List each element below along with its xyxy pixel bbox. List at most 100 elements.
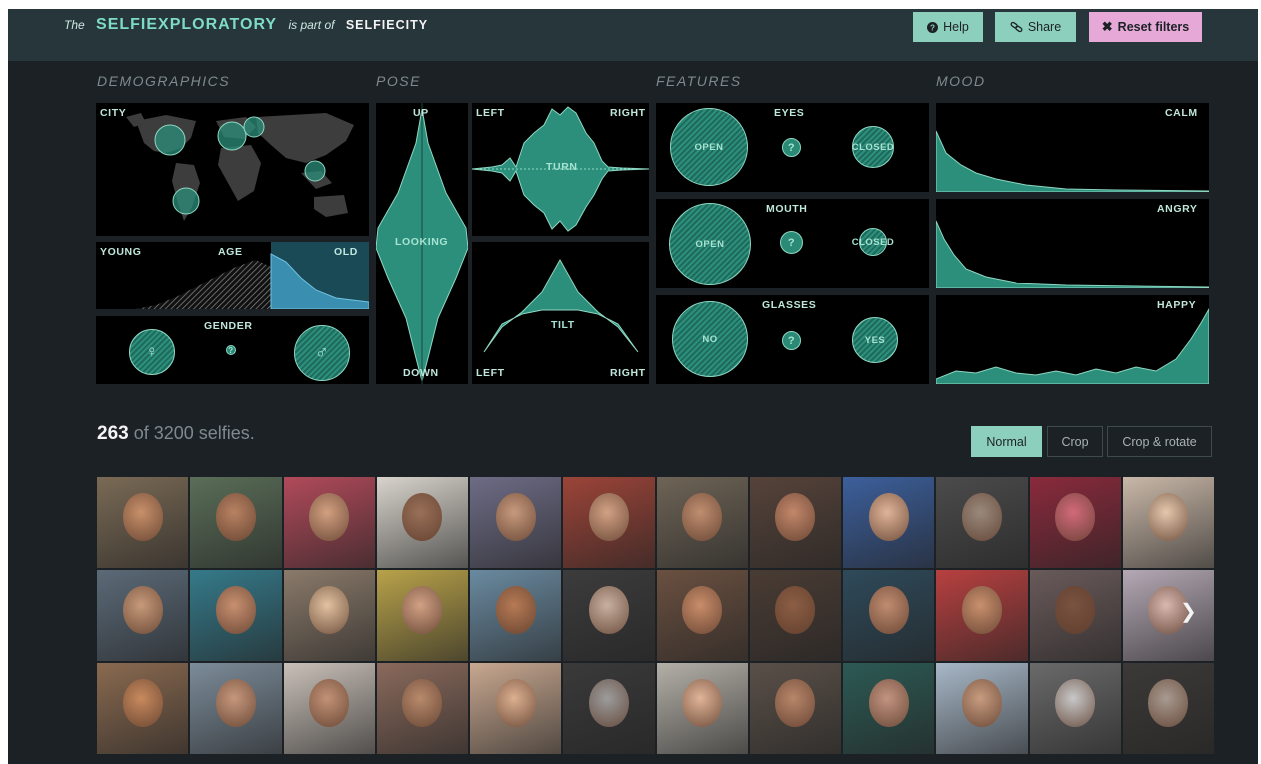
brand-title-link[interactable]: SELFIEXPLORATORY	[96, 16, 277, 33]
selfie-thumbnail[interactable]	[842, 662, 936, 755]
question-circle-icon: ?	[927, 21, 939, 33]
selfie-thumbnail[interactable]	[655, 569, 749, 662]
eyes-closed-label: CLOSED	[851, 141, 895, 153]
unknown-icon: ?	[228, 345, 234, 355]
glasses-unknown-label: ?	[787, 334, 796, 347]
selfie-thumbnail[interactable]	[469, 476, 563, 569]
glasses-no-label: NO	[702, 333, 718, 345]
eyes-open-filter[interactable]: OPEN	[670, 108, 748, 186]
selfie-face	[495, 493, 536, 541]
eyes-label: EYES	[774, 107, 805, 119]
selfie-thumbnail[interactable]	[562, 569, 656, 662]
angry-filter-panel[interactable]: ANGRY	[936, 199, 1209, 288]
selfie-face	[1148, 493, 1189, 541]
selfie-thumbnail[interactable]	[935, 662, 1029, 755]
selfie-thumbnail[interactable]	[96, 569, 190, 662]
selfie-thumbnail[interactable]	[562, 662, 656, 755]
selfie-thumbnail[interactable]	[96, 476, 190, 569]
selfie-thumbnail[interactable]	[748, 662, 842, 755]
eyes-unknown-filter[interactable]: ?	[782, 138, 801, 157]
share-button[interactable]: Share	[995, 12, 1076, 42]
selfie-face	[961, 493, 1002, 541]
tilt-chart	[483, 258, 639, 353]
selfie-thumbnail[interactable]	[96, 662, 190, 755]
glasses-no-filter[interactable]: NO	[672, 301, 748, 377]
turn-right-label: RIGHT	[610, 107, 646, 119]
age-filter-panel[interactable]: YOUNG AGE OLD	[96, 242, 369, 309]
selfie-face	[309, 679, 350, 727]
selfie-thumbnail[interactable]	[1028, 476, 1122, 569]
selfie-face	[122, 586, 163, 634]
reset-filters-button[interactable]: ✖ Reset filters	[1089, 12, 1202, 42]
selfie-thumbnail[interactable]	[282, 476, 376, 569]
glasses-unknown-filter[interactable]: ?	[782, 331, 801, 350]
selfie-thumbnail[interactable]	[655, 476, 749, 569]
selfie-thumbnail[interactable]	[189, 476, 283, 569]
section-mood: MOOD	[936, 73, 986, 89]
selfie-face	[495, 586, 536, 634]
turn-filter-panel[interactable]: LEFT RIGHT TURN	[472, 103, 649, 236]
view-crop-rotate-button[interactable]: Crop & rotate	[1107, 426, 1212, 457]
help-label: Help	[943, 20, 969, 34]
selfie-thumbnail[interactable]	[375, 569, 469, 662]
selfie-face	[775, 586, 816, 634]
gender-filter-panel[interactable]: GENDER ♀ ? ♂	[96, 316, 369, 384]
looking-filter-panel[interactable]: UP LOOKING DOWN	[376, 103, 468, 384]
selfie-thumbnail[interactable]	[375, 476, 469, 569]
selfie-thumbnail[interactable]	[1028, 569, 1122, 662]
eyes-filter-panel[interactable]: EYES OPEN ? CLOSED	[656, 103, 929, 192]
selfie-thumbnail[interactable]	[282, 569, 376, 662]
mouth-open-filter[interactable]: OPEN	[669, 203, 751, 285]
help-button[interactable]: ? Help	[913, 12, 983, 42]
top-bar: The SELFIEXPLORATORY is part of SELFIECI…	[8, 9, 1258, 61]
app-window: The SELFIEXPLORATORY is part of SELFIECI…	[8, 9, 1258, 764]
glasses-filter-panel[interactable]: GLASSES NO ? YES	[656, 295, 929, 384]
city-filter-panel[interactable]: CITY	[96, 103, 369, 236]
selfie-thumbnail[interactable]	[189, 662, 283, 755]
selfie-face	[402, 679, 443, 727]
pose-up-label: UP	[413, 107, 429, 119]
male-filter[interactable]: ♂	[294, 325, 350, 381]
mouth-closed-filter[interactable]: CLOSED	[852, 228, 894, 256]
selfie-thumbnail[interactable]	[469, 569, 563, 662]
calm-filter-panel[interactable]: CALM	[936, 103, 1209, 192]
brand-the: The	[64, 18, 85, 32]
selfie-face	[775, 679, 816, 727]
female-filter[interactable]: ♀	[129, 329, 175, 375]
selfie-thumbnail[interactable]	[935, 476, 1029, 569]
selfie-thumbnail[interactable]	[748, 476, 842, 569]
view-normal-button[interactable]: Normal	[971, 426, 1042, 457]
chevron-right-icon[interactable]: ❯	[1180, 599, 1197, 624]
selfie-thumbnail[interactable]	[189, 569, 283, 662]
pose-down-label: DOWN	[403, 367, 439, 379]
selfie-thumbnail[interactable]	[748, 569, 842, 662]
selfie-thumbnail[interactable]	[562, 476, 656, 569]
selfie-thumbnail[interactable]	[1121, 662, 1215, 755]
selfie-thumbnail[interactable]	[655, 662, 749, 755]
mouth-filter-panel[interactable]: MOUTH OPEN ? CLOSED	[656, 199, 929, 288]
happy-filter-panel[interactable]: HAPPY	[936, 295, 1209, 384]
mouth-unknown-filter[interactable]: ?	[780, 231, 803, 254]
view-crop-button[interactable]: Crop	[1047, 426, 1103, 457]
selfie-thumbnail[interactable]	[1028, 662, 1122, 755]
selfie-thumbnail[interactable]	[935, 569, 1029, 662]
parent-site-link[interactable]: SELFIECITY	[346, 18, 428, 32]
selfie-thumbnail[interactable]	[1121, 476, 1215, 569]
close-icon: ✖	[1101, 19, 1113, 34]
selfie-thumbnail[interactable]	[842, 569, 936, 662]
selfie-thumbnail[interactable]	[842, 476, 936, 569]
selfie-thumbnail[interactable]	[1121, 569, 1215, 662]
selfie-face	[588, 679, 629, 727]
selfie-face	[682, 679, 723, 727]
tilt-filter-panel[interactable]: LEFT RIGHT TILT	[472, 242, 649, 384]
selfie-face	[215, 586, 256, 634]
selfie-thumbnail[interactable]	[469, 662, 563, 755]
selfie-thumbnail[interactable]	[282, 662, 376, 755]
eyes-closed-filter[interactable]: CLOSED	[852, 126, 894, 168]
turn-label: TURN	[546, 161, 578, 173]
selfie-face	[215, 493, 256, 541]
selfie-thumbnail[interactable]	[375, 662, 469, 755]
gender-unknown-filter[interactable]: ?	[226, 345, 236, 355]
selfie-total-text: of 3200 selfies.	[133, 423, 255, 443]
glasses-yes-filter[interactable]: YES	[852, 317, 898, 363]
